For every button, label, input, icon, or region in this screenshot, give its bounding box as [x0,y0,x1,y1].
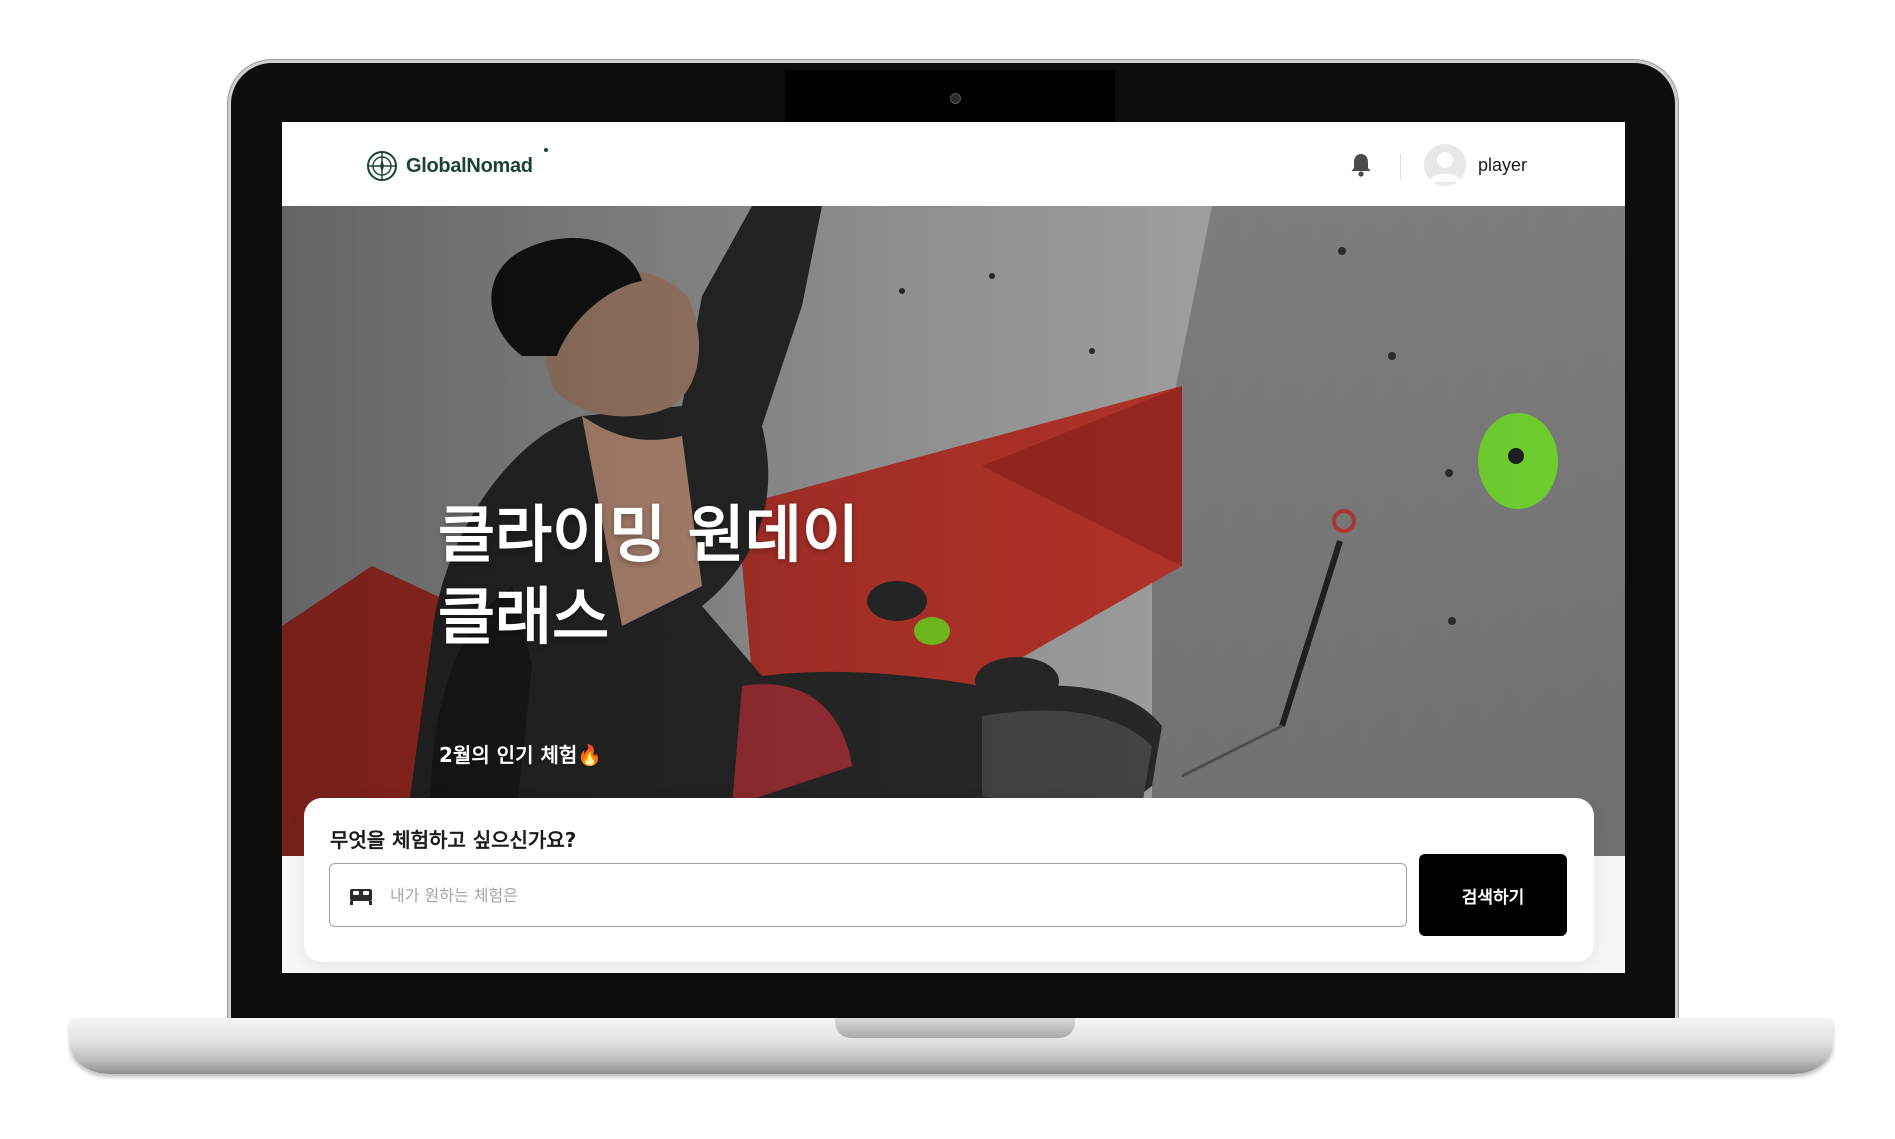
bell-icon[interactable] [1349,152,1373,178]
username[interactable]: player [1478,155,1527,176]
header-divider [1400,154,1401,180]
search-input[interactable] [388,864,1392,927]
laptop-notch [835,1018,1075,1038]
laptop-mockup: GlobalNomad player 클라이밍 원데이 클래스 2월의 인기 체… [0,0,1895,1139]
hero-subtitle: 2월의 인기 체험🔥 [439,743,603,767]
search-heading: 무엇을 체험하고 싶으신가요? [330,828,577,852]
bed-icon [350,889,372,905]
browser-screen: GlobalNomad player 클라이밍 원데이 클래스 2월의 인기 체… [282,122,1625,973]
top-navigation: GlobalNomad player [282,122,1625,206]
hero-banner: 클라이밍 원데이 클래스 2월의 인기 체험🔥 [282,206,1625,856]
logo-text: GlobalNomad [406,154,533,177]
avatar-icon[interactable] [1424,144,1466,186]
logo[interactable]: GlobalNomad [366,148,548,182]
globe-compass-icon [367,151,397,181]
hero-title: 클라이밍 원데이 클래스 [438,498,859,653]
search-field[interactable] [329,863,1407,927]
search-card: 무엇을 체험하고 싶으신가요? 검색하기 [304,798,1594,962]
logo-dot [544,148,548,152]
camera-icon [950,93,961,104]
search-button[interactable]: 검색하기 [1419,854,1567,936]
